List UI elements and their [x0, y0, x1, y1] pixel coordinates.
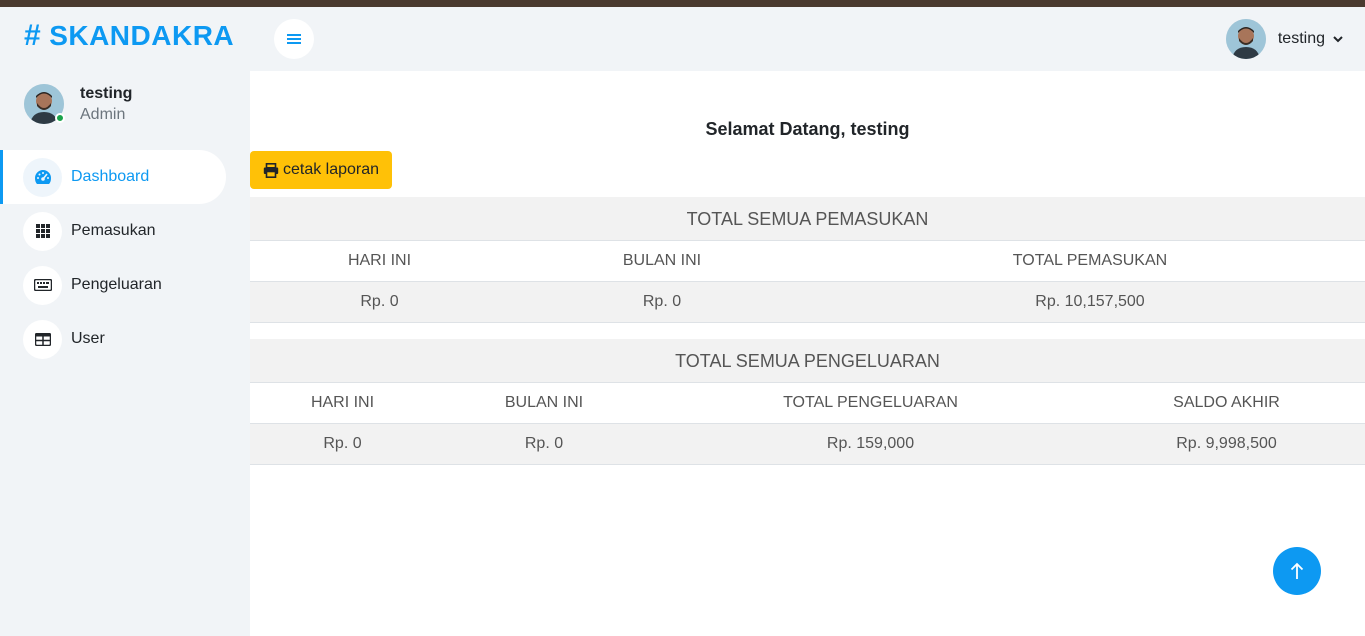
sidebar-nav: Dashboard Pemasukan Pengeluaran User [0, 150, 250, 366]
column-header: SALDO AKHIR [1173, 394, 1280, 411]
menu-toggle-button[interactable] [274, 19, 314, 59]
table-icon [23, 319, 62, 359]
print-report-button[interactable]: cetak laporan [250, 151, 392, 189]
main-content: Selamat Datang, testing cetak laporan TO… [250, 71, 1365, 636]
avatar-image [1225, 19, 1266, 59]
sidebar-item-label: Dashboard [71, 168, 150, 185]
table-cell: Rp. 10,157,500 [1035, 293, 1145, 310]
sidebar-item-label: Pengeluaran [71, 276, 162, 293]
chevron-down-icon [1333, 35, 1343, 42]
keyboard-icon [23, 265, 62, 305]
hamburger-icon [287, 34, 301, 44]
brand-name: SKANDAKRA [49, 20, 235, 51]
table-row: Rp. 0 Rp. 0 Rp. 10,157,500 [250, 282, 1365, 323]
column-header: TOTAL PENGELUARAN [783, 394, 958, 411]
brand-logo[interactable]: # SKANDAKRA [24, 19, 234, 53]
table-cell: Rp. 0 [360, 293, 399, 310]
sidebar-item-user[interactable]: User [0, 312, 250, 366]
avatar [1225, 19, 1266, 59]
expense-table-title: TOTAL SEMUA PENGELUARAN [250, 339, 1365, 383]
column-header: BULAN INI [622, 252, 702, 269]
print-report-label: cetak laporan [282, 161, 380, 178]
column-header: HARI INI [347, 252, 412, 269]
online-status-icon [55, 113, 65, 123]
column-header: TOTAL PEMASUKAN [1012, 252, 1168, 269]
table-header-row: HARI INI BULAN INI TOTAL PENGELUARAN SAL… [250, 383, 1365, 424]
speedometer-icon [23, 157, 62, 197]
table-row: Rp. 0 Rp. 0 Rp. 159,000 Rp. 9,998,500 [250, 424, 1365, 465]
table-cell: Rp. 0 [524, 435, 564, 452]
column-header: BULAN INI [504, 394, 584, 411]
table-cell: Rp. 0 [642, 293, 682, 310]
profile-role: Admin [80, 105, 126, 123]
table-cell: Rp. 0 [323, 435, 362, 452]
income-table-title: TOTAL SEMUA PEMASUKAN [250, 197, 1365, 241]
user-menu-name: testing [1277, 30, 1325, 47]
sidebar-item-label: Pemasukan [71, 222, 156, 239]
table-cell: Rp. 9,998,500 [1176, 435, 1277, 452]
table-header-row: HARI INI BULAN INI TOTAL PEMASUKAN [250, 241, 1365, 282]
top-stripe [0, 0, 1365, 7]
column-header: HARI INI [310, 394, 375, 411]
sidebar: # SKANDAKRA testing Admin Dashboard Pema… [0, 7, 250, 636]
sidebar-profile: testing Admin [24, 84, 132, 124]
user-menu-dropdown[interactable]: testing [1225, 19, 1343, 59]
brand-hash-icon: # [24, 19, 42, 52]
avatar [24, 84, 65, 124]
sidebar-item-pengeluaran[interactable]: Pengeluaran [0, 258, 250, 312]
grid-icon [23, 211, 62, 251]
scroll-to-top-button[interactable] [1273, 547, 1321, 595]
sidebar-item-dashboard[interactable]: Dashboard [0, 150, 226, 204]
profile-name: testing [80, 84, 133, 102]
sidebar-item-label: User [71, 330, 105, 347]
income-summary-table: TOTAL SEMUA PEMASUKAN HARI INI BULAN INI… [250, 197, 1365, 323]
sidebar-item-pemasukan[interactable]: Pemasukan [0, 204, 250, 258]
arrow-up-icon [1290, 562, 1304, 579]
table-cell: Rp. 159,000 [826, 435, 915, 452]
expense-summary-table: TOTAL SEMUA PENGELUARAN HARI INI BULAN I… [250, 339, 1365, 465]
printer-icon [263, 162, 279, 178]
page-title: Selamat Datang, testing [705, 119, 910, 139]
